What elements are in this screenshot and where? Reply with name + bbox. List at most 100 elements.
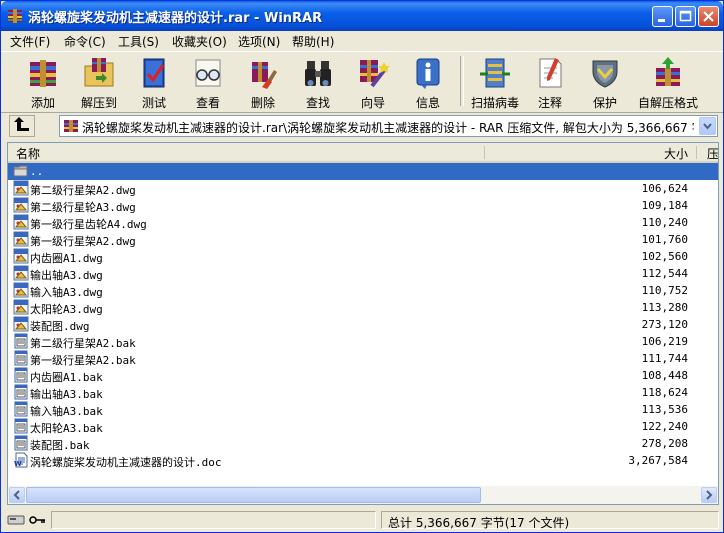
table-row[interactable]: 装配图.bak 278,208 <box>8 435 718 452</box>
table-row[interactable]: 太阳轮A3.bak 122,240 <box>8 418 718 435</box>
address-field[interactable]: 涡轮螺旋桨发动机主减速器的设计.rar\涡轮螺旋桨发动机主减速器的设计 - RA… <box>59 115 718 137</box>
file-size: 106,624 <box>641 182 688 195</box>
file-size: 3,267,584 <box>628 454 688 467</box>
maximize-button[interactable] <box>675 6 696 27</box>
file-size: 113,280 <box>641 301 688 314</box>
find-label: 查找 <box>305 96 330 110</box>
rar-archive-icon <box>64 120 78 132</box>
table-row[interactable]: 第一级行星架A2.bak 111,744 <box>8 350 718 367</box>
up-folder-button[interactable] <box>9 115 35 137</box>
column-separator[interactable] <box>484 146 485 159</box>
test-button[interactable]: 测试 <box>129 54 179 110</box>
file-size: 109,184 <box>641 199 688 212</box>
bak-file-icon <box>14 367 28 383</box>
scrollbar-thumb[interactable] <box>26 487 481 503</box>
file-size: 110,752 <box>641 284 688 297</box>
table-row[interactable]: 输入轴A3.dwg 110,752 <box>8 282 718 299</box>
file-size: 106,219 <box>641 335 688 348</box>
file-name: 输出轴A3.dwg <box>30 269 103 282</box>
file-size: 111,744 <box>641 352 688 365</box>
column-packed-header[interactable]: 压 <box>707 145 718 162</box>
table-row[interactable]: 输出轴A3.bak 118,624 <box>8 384 718 401</box>
file-name: 装配图.bak <box>30 439 90 452</box>
folder-extract-icon <box>84 58 114 87</box>
scroll-right-button[interactable] <box>701 487 717 503</box>
view-button[interactable]: 查看 <box>183 54 233 110</box>
column-separator[interactable] <box>696 146 697 159</box>
table-row[interactable]: 第二级行星轮A3.dwg 109,184 <box>8 197 718 214</box>
file-name: 太阳轮A3.bak <box>30 422 103 435</box>
title-bar[interactable]: 涡轮螺旋桨发动机主减速器的设计.rar - WinRAR <box>1 1 723 31</box>
delete-label: 删除 <box>250 96 275 110</box>
close-button[interactable] <box>698 6 719 27</box>
status-total-text: 总计 5,366,667 字节(17 个文件) <box>388 516 570 530</box>
parent-folder-row[interactable]: .. <box>8 163 718 180</box>
menu-options[interactable]: 选项(N) <box>238 33 280 50</box>
file-name: 输入轴A3.dwg <box>30 286 103 299</box>
status-total: 总计 5,366,667 字节(17 个文件) <box>381 511 719 530</box>
address-bar: 涡轮螺旋桨发动机主减速器的设计.rar\涡轮螺旋桨发动机主减速器的设计 - RA… <box>1 113 723 139</box>
scan-virus-button[interactable]: 扫描病毒 <box>467 54 523 110</box>
table-row[interactable]: 装配图.dwg 273,120 <box>8 316 718 333</box>
info-button[interactable]: 信息 <box>403 54 453 110</box>
virus-scan-icon <box>480 58 510 88</box>
table-row[interactable]: 太阳轮A3.dwg 113,280 <box>8 299 718 316</box>
add-button[interactable]: 添加 <box>18 54 68 110</box>
delete-button[interactable]: 删除 <box>238 54 288 110</box>
file-size: 108,448 <box>641 369 688 382</box>
status-bar: 总计 5,366,667 字节(17 个文件) <box>1 509 723 532</box>
file-list[interactable]: 名称 大小 压 .. 第二级行星架A2.dwg 106,624 第二级行星轮A3.dw… <box>7 142 719 505</box>
table-row[interactable]: W 涡轮螺旋桨发动机主减速器的设计.doc 3,267,584 <box>8 452 718 469</box>
toolbar-separator <box>460 56 464 106</box>
menu-favorites[interactable]: 收藏夹(O) <box>172 33 227 50</box>
column-size-header[interactable]: 大小 <box>664 145 688 162</box>
delete-icon <box>252 62 277 89</box>
table-row[interactable]: 第一级行星齿轮A4.dwg 110,240 <box>8 214 718 231</box>
file-size: 112,544 <box>641 267 688 280</box>
scroll-left-button[interactable] <box>9 487 25 503</box>
file-name: 涡轮螺旋桨发动机主减速器的设计.doc <box>30 456 222 469</box>
comment-label: 注释 <box>537 96 562 110</box>
doc-file-icon: W <box>14 452 28 468</box>
table-row[interactable]: 内齿圈A1.bak 108,448 <box>8 367 718 384</box>
horizontal-scrollbar[interactable] <box>8 486 718 504</box>
status-selection <box>51 511 376 529</box>
file-name: 装配图.dwg <box>30 320 90 333</box>
table-row[interactable]: 输出轴A3.dwg 112,544 <box>8 265 718 282</box>
protect-button[interactable]: 保护 <box>580 54 630 110</box>
table-row[interactable]: 内齿圈A1.dwg 102,560 <box>8 248 718 265</box>
winrar-window: 涡轮螺旋桨发动机主减速器的设计.rar - WinRAR 文件(F) 命令(C)… <box>0 0 724 533</box>
extract-to-button[interactable]: 解压到 <box>74 54 124 110</box>
file-size: 101,760 <box>641 233 688 246</box>
menu-tools[interactable]: 工具(S) <box>118 33 159 50</box>
wizard-button[interactable]: 向导 <box>348 54 398 110</box>
menu-file[interactable]: 文件(F) <box>10 33 50 50</box>
minimize-button[interactable] <box>652 6 673 27</box>
comment-button[interactable]: 注释 <box>525 54 575 110</box>
minimize-icon <box>658 19 665 22</box>
column-name-header[interactable]: 名称 <box>16 145 40 162</box>
file-name: 内齿圈A1.dwg <box>30 252 103 265</box>
maximize-icon <box>679 10 692 22</box>
menu-commands[interactable]: 命令(C) <box>64 33 106 50</box>
table-row[interactable]: 第二级行星架A2.dwg 106,624 <box>8 180 718 197</box>
file-name: 第一级行星架A2.bak <box>30 354 136 367</box>
address-dropdown-button[interactable] <box>699 117 716 135</box>
file-size: 118,624 <box>641 386 688 399</box>
find-button[interactable]: 查找 <box>293 54 343 110</box>
file-name: 太阳轮A3.dwg <box>30 303 103 316</box>
drive-key-icon[interactable] <box>7 512 47 528</box>
table-row[interactable]: 输入轴A3.bak 113,536 <box>8 401 718 418</box>
file-name: 内齿圈A1.bak <box>30 371 103 384</box>
table-row[interactable]: 第一级行星架A2.dwg 101,760 <box>8 231 718 248</box>
bak-file-icon <box>14 333 28 349</box>
binoculars-icon <box>305 61 331 86</box>
bak-file-icon <box>14 418 28 434</box>
menu-help[interactable]: 帮助(H) <box>292 33 334 50</box>
table-row[interactable]: 第二级行星架A2.bak 106,219 <box>8 333 718 350</box>
winrar-app-icon[interactable] <box>7 8 23 24</box>
file-size: 113,536 <box>641 403 688 416</box>
bak-file-icon <box>14 401 28 417</box>
file-name: 第二级行星轮A3.dwg <box>30 201 136 214</box>
sfx-button[interactable]: 自解压格式 <box>635 54 701 110</box>
